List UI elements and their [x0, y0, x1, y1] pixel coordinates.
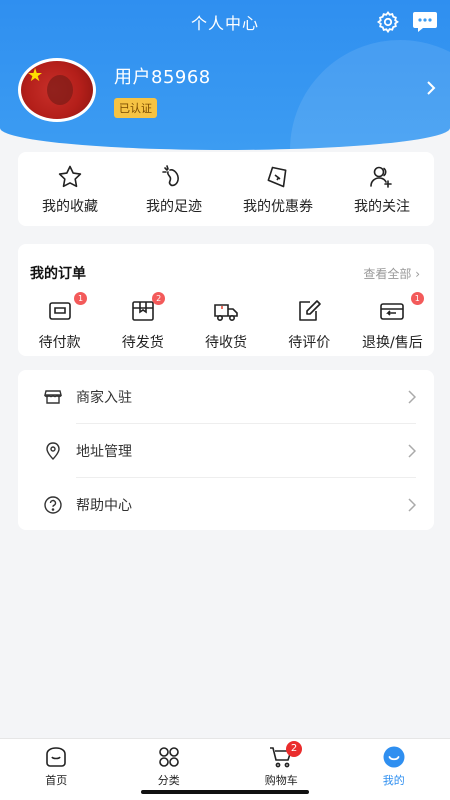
star-icon — [58, 165, 82, 188]
tab-profile[interactable]: 我的 — [338, 739, 450, 800]
category-icon — [158, 747, 179, 767]
order-label: 待收货 — [205, 335, 247, 351]
settings-menu: 商家入驻 地址管理 帮助中心 — [18, 370, 434, 530]
footprint-icon — [162, 165, 179, 187]
star-emblem: ★ — [27, 65, 44, 86]
menu-label: 帮助中心 — [76, 498, 132, 514]
username[interactable]: 用户85968 — [114, 63, 211, 89]
order-label: 退换/售后 — [362, 335, 423, 351]
tab-home[interactable]: 首页 — [0, 739, 113, 800]
cart-count-badge: 2 — [286, 741, 302, 757]
store-icon — [44, 390, 62, 404]
view-all-label: 查看全部 — [363, 267, 412, 281]
order-pending-shipment[interactable]: 2 待发货 — [101, 292, 184, 352]
chevron-right-icon: › — [415, 267, 420, 281]
home-icon — [46, 747, 67, 767]
order-returns[interactable]: 1 退换/售后 — [351, 292, 434, 352]
quick-label: 我的关注 — [354, 199, 410, 215]
order-count-badge: 1 — [74, 292, 87, 305]
order-label: 待付款 — [38, 335, 81, 351]
quick-coupons[interactable]: 我的优惠券 — [226, 152, 330, 226]
follow-icon — [370, 166, 392, 188]
tab-label: 首页 — [45, 774, 68, 787]
chevron-right-icon — [408, 498, 416, 512]
return-icon — [380, 303, 405, 320]
home-indicator — [141, 790, 309, 794]
menu-merchant-join[interactable]: 商家入驻 — [18, 370, 434, 424]
verified-badge: 已认证 — [114, 98, 157, 118]
quick-label: 我的优惠券 — [243, 199, 313, 215]
wallet-icon — [48, 302, 71, 320]
avatar-figure — [47, 75, 73, 105]
orders-title: 我的订单 — [30, 266, 86, 282]
truck-icon — [214, 304, 238, 321]
order-label: 待发货 — [121, 335, 164, 351]
order-count-badge: 2 — [152, 292, 166, 305]
coupon-icon — [267, 166, 287, 188]
order-pending-review[interactable]: 待评价 — [268, 298, 351, 352]
order-count-badge: 1 — [410, 292, 424, 305]
menu-help-center[interactable]: 帮助中心 — [18, 478, 434, 532]
tab-label: 购物车 — [264, 774, 298, 787]
profile-header: 个人中心 ★ 用户85968 已认证 — [0, 0, 450, 150]
quick-label: 我的足迹 — [146, 199, 202, 215]
menu-address[interactable]: 地址管理 — [18, 424, 434, 478]
quick-links-card: 我的收藏 我的足迹 我的优惠券 我的关注 — [18, 152, 434, 226]
tab-label: 分类 — [157, 774, 180, 787]
order-pending-payment[interactable]: 1 待付款 — [18, 292, 101, 352]
profile-icon — [383, 746, 405, 768]
help-icon — [44, 496, 62, 514]
quick-footprints[interactable]: 我的足迹 — [122, 152, 226, 226]
menu-label: 商家入驻 — [76, 390, 132, 406]
quick-label: 我的收藏 — [42, 199, 98, 215]
order-pending-receipt[interactable]: 待收货 — [184, 298, 267, 352]
order-label: 待评价 — [288, 335, 331, 351]
menu-label: 地址管理 — [76, 444, 132, 460]
chevron-right-icon — [408, 390, 416, 404]
avatar[interactable]: ★ — [18, 58, 96, 122]
package-icon — [131, 301, 154, 321]
chevron-right-icon[interactable] — [426, 80, 436, 96]
location-icon — [46, 442, 60, 460]
message-icon[interactable] — [412, 10, 438, 34]
gear-icon[interactable] — [376, 10, 400, 34]
view-all-orders-link[interactable]: 查看全部 › — [363, 265, 420, 282]
quick-favorites[interactable]: 我的收藏 — [18, 152, 122, 226]
tab-label: 我的 — [382, 774, 405, 787]
chevron-right-icon — [408, 444, 416, 458]
order-status-row: 1 待付款 2 待发货 待收货 待评价 1 退换/售后 — [18, 292, 434, 352]
quick-follows[interactable]: 我的关注 — [330, 152, 434, 226]
edit-icon — [299, 300, 322, 321]
orders-card: 我的订单 查看全部 › 1 待付款 2 待发货 待收货 待评价 1 退换/售后 — [18, 244, 434, 356]
